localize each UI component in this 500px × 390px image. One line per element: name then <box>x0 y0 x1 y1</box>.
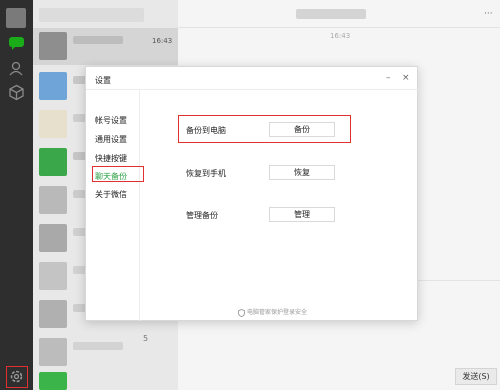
nav-account-settings[interactable]: 帐号设置 <box>95 115 127 126</box>
settings-icon <box>10 370 23 383</box>
chat-icon[interactable] <box>8 34 25 51</box>
restore-button[interactable]: 恢复 <box>269 165 335 180</box>
settings-nav: 帐号设置 通用设置 快捷按键 聊天备份 关于微信 <box>86 90 144 321</box>
backup-to-pc-label: 备份到电脑 <box>186 126 226 135</box>
nav-shortcuts[interactable]: 快捷按键 <box>95 153 127 164</box>
manage-backup-label: 管理备份 <box>186 211 218 220</box>
search-box[interactable] <box>39 8 144 22</box>
more-icon[interactable]: ··· <box>484 9 493 19</box>
settings-button[interactable] <box>6 366 28 388</box>
manage-button[interactable]: 管理 <box>269 207 335 222</box>
nav-general-settings[interactable]: 通用设置 <box>95 134 127 145</box>
list-item[interactable] <box>33 334 178 371</box>
nav-about-wechat[interactable]: 关于微信 <box>95 189 127 200</box>
backup-button[interactable]: 备份 <box>269 122 335 137</box>
favorites-icon[interactable] <box>8 84 25 101</box>
nav-highlight-box <box>92 166 144 182</box>
list-item[interactable] <box>33 370 178 390</box>
restore-to-phone-label: 恢复到手机 <box>186 169 226 178</box>
chat-title <box>296 9 366 19</box>
contacts-icon[interactable] <box>8 60 25 77</box>
settings-dialog: 设置 – × 帐号设置 通用设置 快捷按键 聊天备份 关于微信 备份到电脑 备份… <box>85 66 419 321</box>
security-footer: 电脑管家保护登录安全 <box>238 307 307 317</box>
dialog-title: 设置 <box>95 76 111 85</box>
message-time: 16:43 <box>330 32 351 40</box>
close-icon[interactable]: × <box>402 73 410 83</box>
security-footer-text: 电脑管家保护登录安全 <box>247 309 308 316</box>
left-sidebar <box>0 0 33 390</box>
send-button[interactable]: 发送(S) <box>455 368 497 385</box>
list-item[interactable] <box>33 28 178 65</box>
minimize-icon[interactable]: – <box>386 73 391 83</box>
avatar[interactable] <box>6 8 26 28</box>
chat-header: ··· <box>178 0 500 28</box>
shield-icon <box>238 308 245 317</box>
chat-time: 16:43 <box>152 37 173 45</box>
list-item-digit: 5 <box>143 334 149 343</box>
